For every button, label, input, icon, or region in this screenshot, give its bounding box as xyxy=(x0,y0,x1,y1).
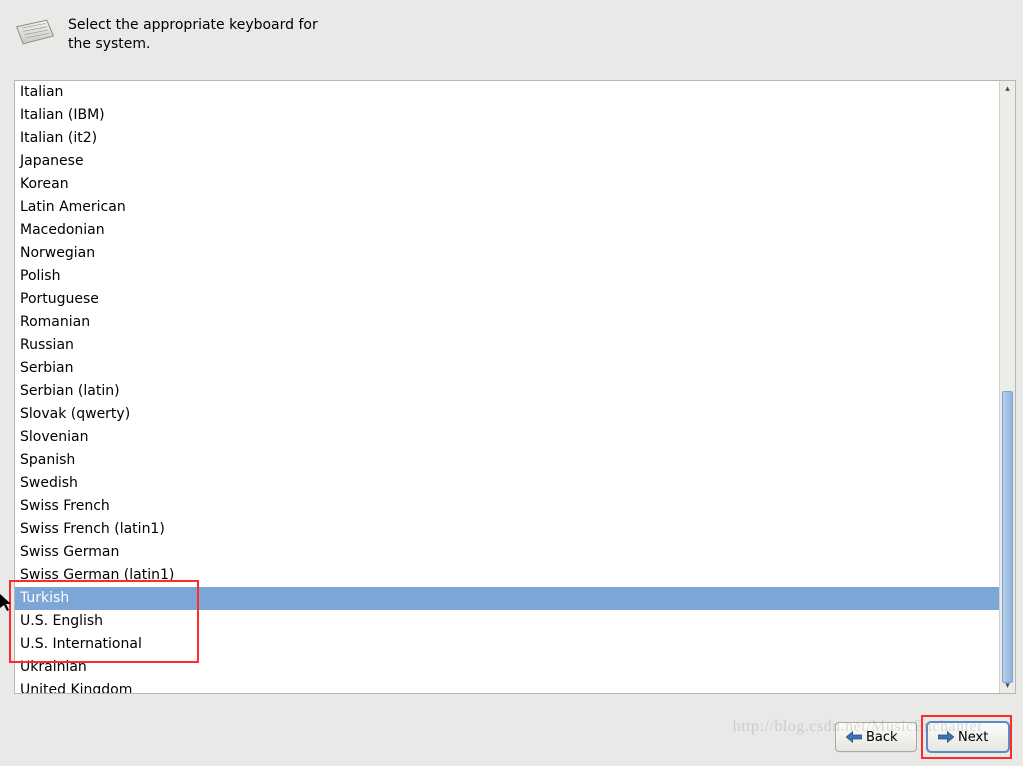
mouse-cursor-icon xyxy=(0,594,12,612)
instruction-text: Select the appropriate keyboard for the … xyxy=(68,14,328,54)
keyboard-list[interactable]: ItalianItalian (IBM)Italian (it2)Japanes… xyxy=(15,81,999,693)
list-item[interactable]: Romanian xyxy=(15,311,999,334)
next-button[interactable]: Next xyxy=(927,722,1009,752)
arrow-left-icon xyxy=(846,731,862,743)
list-item[interactable]: U.S. English xyxy=(15,610,999,633)
list-item[interactable]: Swiss German xyxy=(15,541,999,564)
list-item[interactable]: Serbian xyxy=(15,357,999,380)
back-button-label: Back xyxy=(866,730,898,745)
list-item[interactable]: Swiss French (latin1) xyxy=(15,518,999,541)
scrollbar[interactable]: ▴ ▾ xyxy=(999,81,1015,693)
list-item[interactable]: Swiss French xyxy=(15,495,999,518)
list-item[interactable]: Swiss German (latin1) xyxy=(15,564,999,587)
header: Select the appropriate keyboard for the … xyxy=(0,0,1023,62)
keyboard-listbox[interactable]: ItalianItalian (IBM)Italian (it2)Japanes… xyxy=(14,80,1016,694)
scroll-down-arrow[interactable]: ▾ xyxy=(1000,678,1015,693)
list-item[interactable]: Italian (it2) xyxy=(15,127,999,150)
list-item[interactable]: Serbian (latin) xyxy=(15,380,999,403)
list-item[interactable]: Spanish xyxy=(15,449,999,472)
arrow-right-icon xyxy=(938,731,954,743)
list-item[interactable]: U.S. International xyxy=(15,633,999,656)
list-item[interactable]: United Kingdom xyxy=(15,679,999,693)
list-item[interactable]: Italian xyxy=(15,81,999,104)
next-button-label: Next xyxy=(958,730,988,745)
back-button[interactable]: Back xyxy=(835,722,917,752)
keyboard-icon xyxy=(14,14,56,50)
list-item[interactable]: Polish xyxy=(15,265,999,288)
list-item[interactable]: Swedish xyxy=(15,472,999,495)
list-item[interactable]: Latin American xyxy=(15,196,999,219)
list-item[interactable]: Russian xyxy=(15,334,999,357)
scroll-up-arrow[interactable]: ▴ xyxy=(1000,81,1015,96)
list-item[interactable]: Macedonian xyxy=(15,219,999,242)
list-item[interactable]: Portuguese xyxy=(15,288,999,311)
list-item[interactable]: Turkish xyxy=(15,587,999,610)
list-item[interactable]: Italian (IBM) xyxy=(15,104,999,127)
list-item[interactable]: Japanese xyxy=(15,150,999,173)
list-item[interactable]: Korean xyxy=(15,173,999,196)
list-item[interactable]: Slovenian xyxy=(15,426,999,449)
footer: Back Next xyxy=(0,708,1023,766)
list-item[interactable]: Norwegian xyxy=(15,242,999,265)
list-item[interactable]: Ukrainian xyxy=(15,656,999,679)
scroll-thumb[interactable] xyxy=(1002,391,1013,683)
list-item[interactable]: Slovak (qwerty) xyxy=(15,403,999,426)
